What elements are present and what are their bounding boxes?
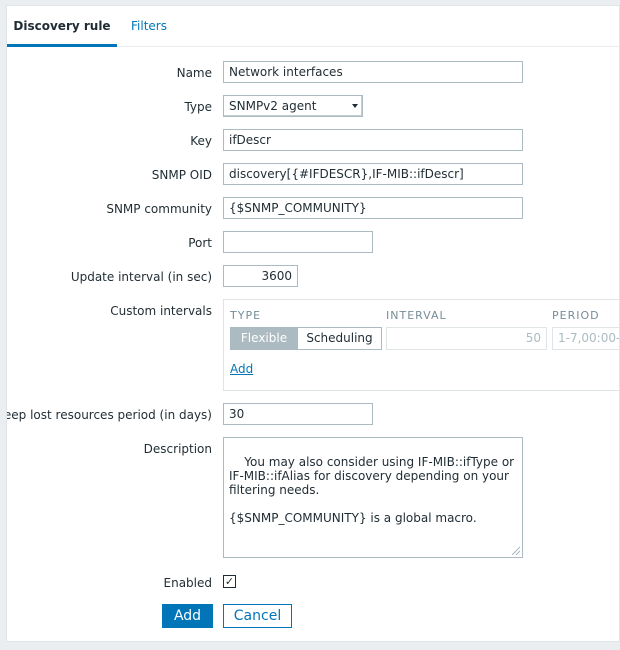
description-label: Description bbox=[143, 442, 212, 456]
name-input[interactable]: Network interfaces bbox=[223, 61, 523, 83]
keep-lost-input[interactable]: 30 bbox=[223, 403, 373, 425]
resize-grip-icon[interactable] bbox=[512, 547, 520, 555]
description-text: You may also consider using IF-MIB::ifTy… bbox=[229, 455, 515, 525]
snmp-oid-input[interactable]: discovery[{#IFDESCR},IF-MIB::ifDescr] bbox=[223, 163, 523, 185]
port-label: Port bbox=[188, 236, 212, 250]
scheduling-toggle-button[interactable]: Scheduling bbox=[298, 327, 382, 350]
snmp-community-label: SNMP community bbox=[106, 202, 212, 216]
tab-bar: Discovery rule Filters bbox=[7, 6, 619, 47]
type-label: Type bbox=[184, 100, 212, 114]
key-label: Key bbox=[190, 134, 212, 148]
description-textarea[interactable]: You may also consider using IF-MIB::ifTy… bbox=[223, 437, 523, 558]
dropdown-arrow-icon bbox=[352, 104, 358, 108]
add-interval-link[interactable]: Add bbox=[230, 362, 253, 376]
update-interval-label: Update interval (in sec) bbox=[70, 270, 212, 284]
add-button[interactable]: Add bbox=[162, 604, 213, 628]
snmp-oid-label: SNMP OID bbox=[151, 168, 212, 182]
tab-discovery-rule[interactable]: Discovery rule bbox=[7, 6, 117, 47]
cancel-button[interactable]: Cancel bbox=[223, 604, 292, 628]
snmp-community-input[interactable]: {$SNMP_COMMUNITY} bbox=[223, 197, 523, 219]
enabled-checkbox[interactable]: ✓ bbox=[223, 575, 236, 588]
name-label: Name bbox=[176, 66, 212, 80]
key-input[interactable]: ifDescr bbox=[223, 129, 523, 151]
column-header-period: PERIOD bbox=[552, 309, 600, 322]
tab-filters[interactable]: Filters bbox=[131, 6, 167, 44]
checkmark-icon: ✓ bbox=[224, 575, 235, 588]
port-input[interactable] bbox=[223, 231, 373, 253]
update-interval-input[interactable]: 3600 bbox=[223, 265, 298, 287]
interval-input[interactable]: 50 bbox=[386, 327, 547, 350]
flexible-toggle-button[interactable]: Flexible bbox=[230, 327, 298, 350]
custom-intervals-label: Custom intervals bbox=[110, 304, 212, 318]
type-select[interactable]: SNMPv2 agent bbox=[223, 95, 363, 117]
keep-lost-label: Keep lost resources period (in days) bbox=[6, 408, 212, 422]
enabled-label: Enabled bbox=[163, 576, 213, 590]
column-header-type: TYPE bbox=[230, 309, 262, 322]
discovery-rule-form: Discovery rule Filters Name Network inte… bbox=[6, 5, 620, 642]
type-selected-value: SNMPv2 agent bbox=[229, 99, 317, 113]
custom-intervals-table: TYPE INTERVAL PERIOD Flexible Scheduling… bbox=[223, 299, 619, 391]
period-input[interactable]: 1-7,00:00-24:00 bbox=[552, 327, 619, 350]
column-header-interval: INTERVAL bbox=[386, 309, 447, 322]
